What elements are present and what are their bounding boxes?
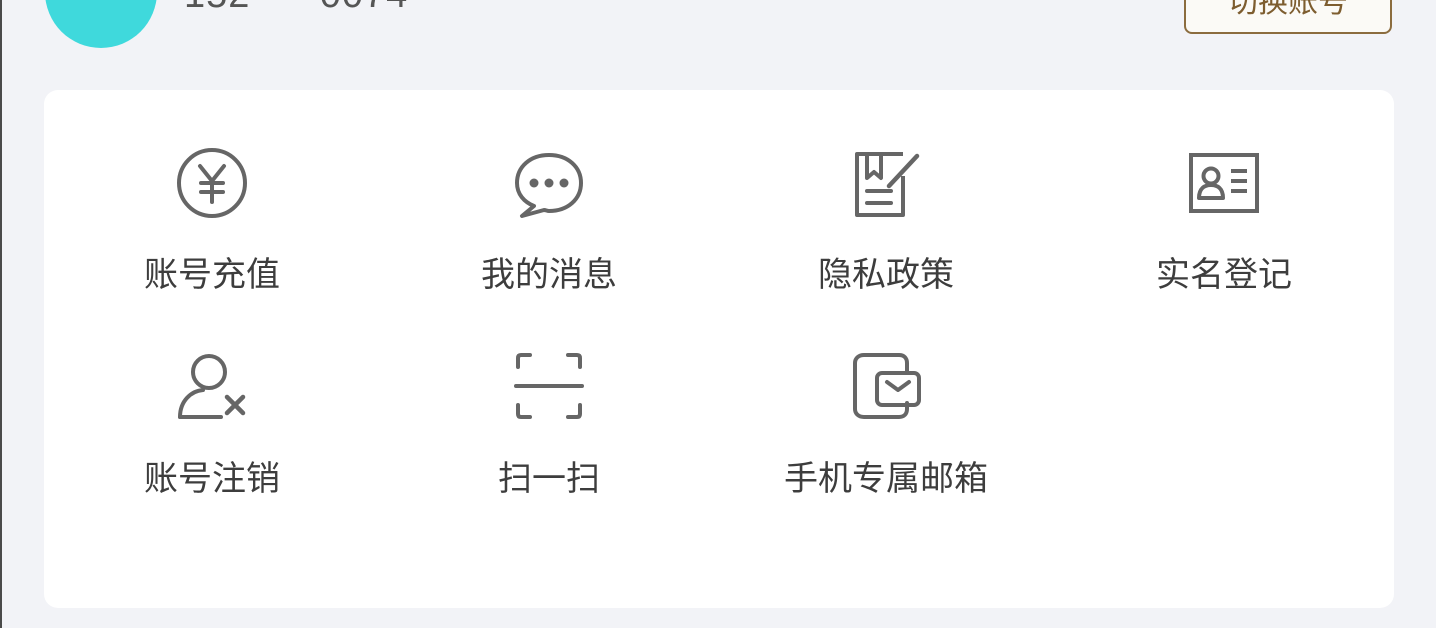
yuan-circle-icon xyxy=(177,148,247,218)
menu-item-label: 隐私政策 xyxy=(818,255,954,295)
menu-item-messages[interactable]: 我的消息 xyxy=(399,148,699,318)
menu-item-recharge[interactable]: 账号充值 xyxy=(62,148,362,318)
avatar[interactable] xyxy=(45,0,157,48)
menu-card: 账号充值 我的消息 隐私政策 实名登记 账号注销 扫一扫 手机专属邮箱 xyxy=(44,90,1394,608)
menu-item-label: 手机专属邮箱 xyxy=(784,459,988,499)
menu-item-label: 实名登记 xyxy=(1156,255,1292,295)
menu-item-cancel-account[interactable]: 账号注销 xyxy=(62,351,362,521)
mailbox-icon xyxy=(853,353,921,419)
id-card-icon xyxy=(1189,153,1259,213)
user-remove-icon xyxy=(178,354,246,419)
document-edit-icon xyxy=(855,152,920,217)
menu-item-real-name[interactable]: 实名登记 xyxy=(1074,148,1374,318)
menu-item-scan[interactable]: 扫一扫 xyxy=(399,351,699,521)
menu-item-label: 账号充值 xyxy=(144,255,280,295)
menu-item-phone-mailbox[interactable]: 手机专属邮箱 xyxy=(736,351,1036,521)
chat-bubble-icon xyxy=(515,153,583,218)
switch-account-button[interactable]: 切换账号 xyxy=(1184,0,1392,34)
menu-item-label: 我的消息 xyxy=(481,255,617,295)
menu-item-privacy[interactable]: 隐私政策 xyxy=(736,148,1036,318)
menu-item-label: 扫一扫 xyxy=(498,459,600,499)
menu-item-label: 账号注销 xyxy=(144,459,280,499)
account-number: 152 0074 xyxy=(184,0,408,17)
window-edge xyxy=(0,0,2,628)
scan-icon xyxy=(514,353,584,419)
